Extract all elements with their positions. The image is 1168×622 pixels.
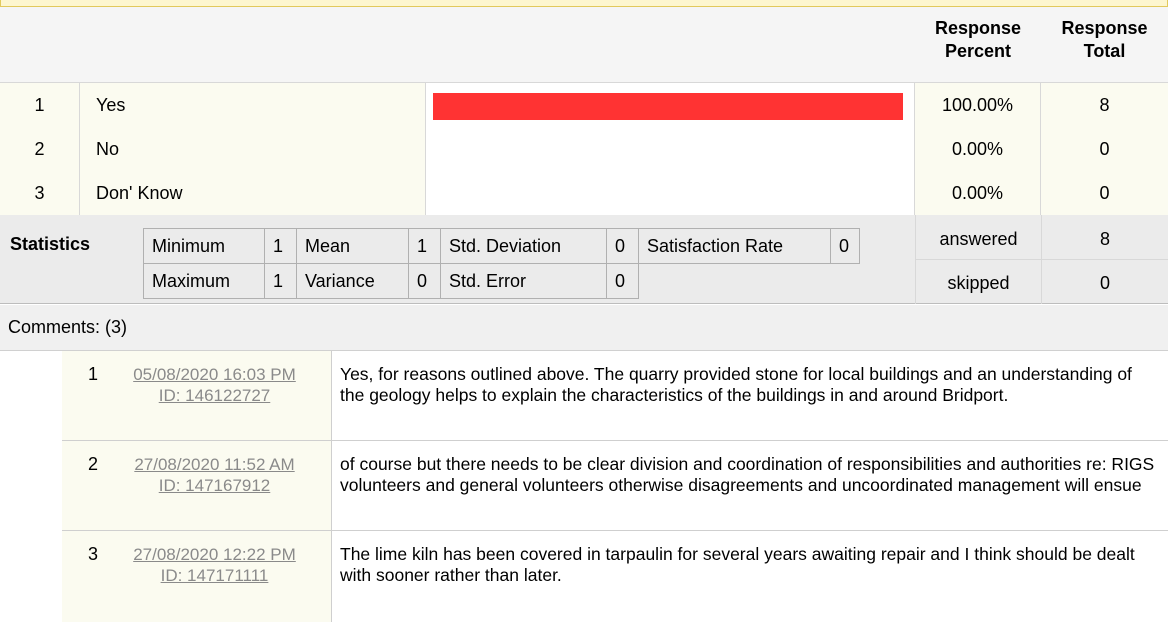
answer-bar-cell: [426, 171, 915, 215]
table-header: Response Percent Response Total: [0, 7, 1168, 83]
answer-bar: [433, 93, 903, 120]
answer-number: 2: [0, 127, 80, 171]
answer-row: 3 Don' Know 0.00% 0: [0, 171, 1168, 215]
comment-meta-link[interactable]: 27/08/2020 11:52 AM ID: 147167912: [98, 441, 332, 530]
answer-number: 1: [0, 83, 80, 127]
header-label: Response: [934, 18, 1022, 38]
answered-count: 8: [1099, 229, 1110, 249]
skipped-count: 0: [1099, 273, 1110, 293]
comment-text: of course but there needs to be clear di…: [340, 454, 1155, 495]
summary-divider: [915, 259, 1168, 260]
answered-label: answered: [939, 229, 1018, 249]
answer-percent: 0.00%: [915, 171, 1041, 215]
stat-label-minimum: Minimum: [143, 228, 265, 264]
comment-row: 2 27/08/2020 11:52 AM ID: 147167912 of c…: [62, 441, 1168, 531]
statistics-panel: Statistics Minimum 1 Mean 1 Std. Deviati…: [0, 215, 1168, 304]
skipped-label: skipped: [947, 273, 1010, 293]
answer-bar-cell: [426, 83, 915, 127]
answer-total: 0: [1041, 127, 1168, 171]
stat-value-satisfaction-rate: 0: [830, 228, 860, 264]
comment-date[interactable]: 27/08/2020 11:52 AM: [98, 454, 331, 475]
response-percent-header: Response Percent: [915, 17, 1041, 63]
comment-meta-link[interactable]: 05/08/2020 16:03 PM ID: 146122727: [98, 351, 332, 440]
comment-date[interactable]: 05/08/2020 16:03 PM: [98, 364, 331, 385]
comment-date[interactable]: 27/08/2020 12:22 PM: [98, 544, 331, 565]
header-label: Response: [1061, 18, 1148, 38]
stat-value-std-deviation: 0: [606, 228, 639, 264]
answer-total: 0: [1041, 171, 1168, 215]
stat-label-variance: Variance: [296, 263, 409, 299]
stat-value-std-error: 0: [606, 263, 639, 299]
header-label: Percent: [944, 41, 1012, 61]
stat-value-mean: 1: [408, 228, 441, 264]
comment-id[interactable]: ID: 147171111: [98, 565, 331, 586]
answer-percent: 100.00%: [915, 83, 1041, 127]
comment-number: 1: [62, 351, 98, 440]
stat-value-minimum: 1: [264, 228, 297, 264]
comment-number: 3: [62, 531, 98, 622]
stat-label-satisfaction-rate: Satisfaction Rate: [638, 228, 831, 264]
answer-label: Yes: [80, 83, 426, 127]
comment-meta-link[interactable]: 27/08/2020 12:22 PM ID: 147171111: [98, 531, 332, 622]
stat-value-variance: 0: [408, 263, 441, 299]
answer-row: 1 Yes 100.00% 8: [0, 83, 1168, 127]
stat-label-maximum: Maximum: [143, 263, 265, 299]
response-total-header: Response Total: [1041, 17, 1168, 63]
stat-label-mean: Mean: [296, 228, 409, 264]
comment-row: 3 27/08/2020 12:22 PM ID: 147171111 The …: [62, 531, 1168, 622]
statistics-title: Statistics: [10, 234, 91, 254]
comment-number: 2: [62, 441, 98, 530]
answer-percent: 0.00%: [915, 127, 1041, 171]
comment-row: 1 05/08/2020 16:03 PM ID: 146122727 Yes,…: [62, 351, 1168, 441]
stat-value-maximum: 1: [264, 263, 297, 299]
header-label: Total: [1083, 41, 1126, 61]
answer-bar-cell: [426, 127, 915, 171]
answer-label: Don' Know: [80, 171, 426, 215]
answer-label: No: [80, 127, 426, 171]
answer-number: 3: [0, 171, 80, 215]
comment-id[interactable]: ID: 146122727: [98, 385, 331, 406]
answer-row: 2 No 0.00% 0: [0, 127, 1168, 171]
stat-label-std-error: Std. Error: [440, 263, 607, 299]
top-banner: [0, 0, 1168, 7]
comment-text: Yes, for reasons outlined above. The qua…: [340, 364, 1132, 405]
stat-label-std-deviation: Std. Deviation: [440, 228, 607, 264]
comment-id[interactable]: ID: 147167912: [98, 475, 331, 496]
answer-total: 8: [1041, 83, 1168, 127]
comments-header: Comments: (3): [0, 305, 1168, 351]
comment-text: The lime kiln has been covered in tarpau…: [340, 544, 1135, 585]
